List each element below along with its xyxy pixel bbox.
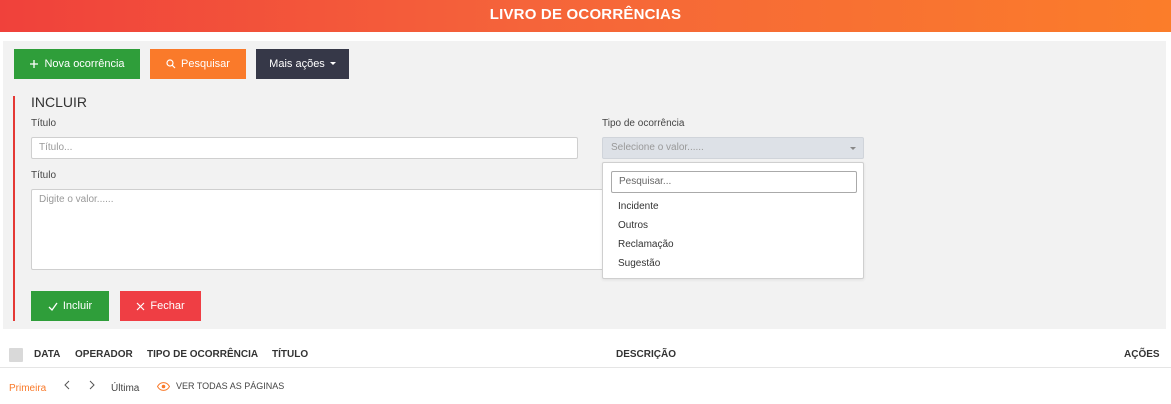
close-icon [136, 302, 145, 311]
search-button-label: Pesquisar [181, 58, 230, 70]
form-accent-bar [13, 96, 15, 321]
column-header[interactable]: TÍTULO [272, 349, 308, 360]
select-caret-icon [850, 147, 856, 150]
column-header[interactable]: OPERADOR [75, 349, 133, 360]
title-input[interactable]: Título... [31, 137, 578, 159]
more-actions-button[interactable]: Mais ações [256, 49, 349, 79]
description-label: Título [31, 170, 57, 181]
column-header[interactable]: DESCRIÇÃO [616, 349, 676, 360]
include-label: Incluir [62, 300, 93, 312]
new-occurrence-button[interactable]: Nova ocorrência [14, 49, 140, 79]
column-header[interactable]: TIPO DE OCORRÊNCIA [147, 349, 258, 360]
view-all-label: VER TODAS AS PÁGINAS [176, 381, 285, 391]
new-occurrence-label: Nova ocorrência [44, 58, 125, 70]
dropdown-option[interactable]: Sugestão [618, 258, 660, 269]
pager-last[interactable]: Última [111, 383, 139, 394]
search-button[interactable]: Pesquisar [150, 49, 246, 79]
type-dropdown: Pesquisar... Incidente Outros Reclamação… [602, 162, 864, 279]
eye-icon [157, 381, 170, 391]
column-header[interactable]: DATA [34, 349, 60, 360]
type-select-value: Selecione o valor...... [611, 142, 704, 153]
table-header: DATA OPERADOR TIPO DE OCORRÊNCIA TÍTULO … [0, 340, 1171, 368]
dropdown-option[interactable]: Outros [618, 220, 648, 231]
page-header: LIVRO DE OCORRÊNCIAS [0, 0, 1171, 32]
description-textarea[interactable]: Digite o valor...... [31, 189, 611, 270]
plus-icon [29, 59, 39, 69]
select-all-checkbox[interactable] [9, 348, 23, 362]
type-select[interactable]: Selecione o valor...... [602, 137, 864, 159]
check-icon [48, 302, 58, 311]
pager-next-icon[interactable] [88, 380, 95, 393]
dropdown-search-input[interactable]: Pesquisar... [611, 171, 857, 193]
form-panel [3, 41, 1166, 329]
pager-prev-icon[interactable] [64, 380, 71, 393]
include-button[interactable]: Incluir [31, 291, 109, 321]
dropdown-option[interactable]: Reclamação [618, 239, 674, 250]
dropdown-option[interactable]: Incidente [618, 201, 659, 212]
caret-down-icon [329, 62, 336, 66]
more-actions-label: Mais ações [269, 58, 325, 70]
view-all-pages-link[interactable]: VER TODAS AS PÁGINAS [157, 381, 284, 391]
section-title: INCLUIR [31, 94, 88, 110]
search-icon [166, 59, 176, 69]
type-label: Tipo de ocorrência [602, 118, 685, 129]
close-button[interactable]: Fechar [120, 291, 201, 321]
column-header[interactable]: AÇÕES [1124, 349, 1160, 360]
page-title: LIVRO DE OCORRÊNCIAS [489, 6, 682, 23]
close-label: Fechar [150, 300, 185, 312]
title-label: Título [31, 118, 57, 129]
pager-first[interactable]: Primeira [9, 383, 46, 394]
